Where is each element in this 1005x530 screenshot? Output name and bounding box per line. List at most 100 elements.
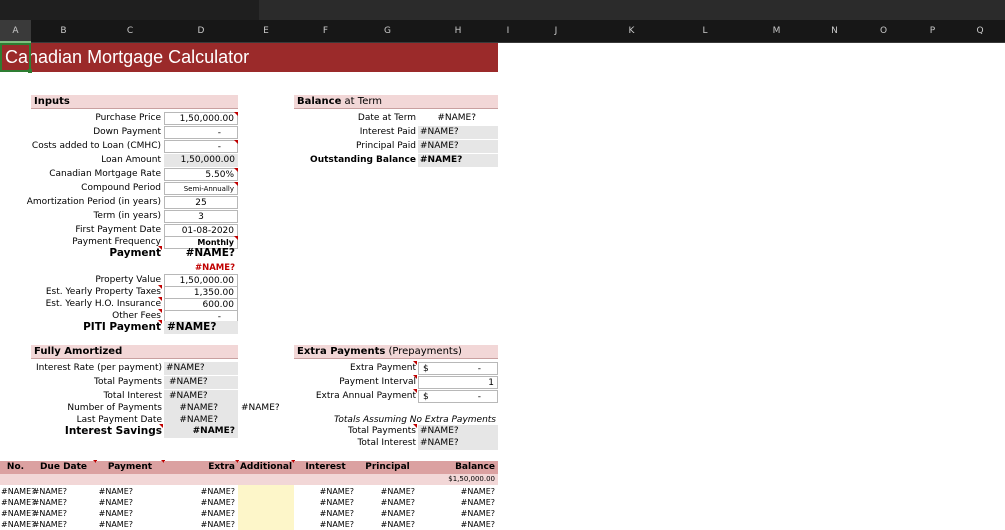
schedule-cell-principal: #NAME? — [380, 509, 415, 518]
rate-per-payment-value: #NAME? — [164, 362, 238, 375]
compound-period-select[interactable]: Semi-Annually — [164, 182, 238, 195]
schedule-cell-additional[interactable] — [238, 486, 294, 497]
extra-header-bold: Extra Payments — [297, 346, 386, 357]
purchase-price-label: Purchase Price — [95, 113, 161, 123]
extra-total-interest-value: #NAME? — [418, 437, 498, 450]
col-no: No. — [0, 461, 31, 474]
principal-paid-label: Principal Paid — [356, 141, 416, 151]
column-header-p[interactable]: P — [910, 26, 955, 49]
schedule-cell-balance: #NAME? — [460, 487, 495, 496]
extra-header: Extra Payments (Prepayments) — [294, 345, 498, 359]
schedule-cell-interest: #NAME? — [319, 520, 354, 529]
cmhc-input[interactable]: - — [164, 140, 238, 153]
schedule-cell-principal: #NAME? — [380, 520, 415, 529]
piti-value: #NAME? — [164, 321, 238, 334]
loan-amount-value: 1,50,000.00 — [164, 154, 238, 167]
total-payments-label: Total Payments — [94, 377, 162, 387]
schedule-cell-additional[interactable] — [238, 497, 294, 508]
column-header-q[interactable]: Q — [955, 26, 1005, 49]
extra-payment-input[interactable]: $ - — [418, 362, 498, 375]
purchase-price-input[interactable]: 1,50,000.00 — [164, 112, 238, 125]
schedule-cell-due-date: #NAME? — [32, 509, 67, 518]
extra-annual-value: - — [477, 392, 481, 402]
schedule-cell-extra: #NAME? — [200, 498, 235, 507]
col-balance: Balance — [418, 461, 498, 474]
interest-paid-value: #NAME? — [418, 126, 498, 139]
extra-total-interest-label: Total Interest — [357, 438, 416, 448]
down-payment-label: Down Payment — [93, 127, 161, 137]
schedule-cell-no: #NAME? — [1, 509, 36, 518]
top-toolbar — [0, 0, 1005, 20]
term-input[interactable]: 3 — [164, 210, 238, 223]
loan-amount-label: Loan Amount — [101, 155, 161, 165]
piti-label: PITI Payment — [0, 320, 162, 334]
schedule-cell-additional[interactable] — [238, 508, 294, 519]
col-interest: Interest — [294, 461, 357, 474]
extra-payment-value: - — [477, 364, 481, 374]
column-header-o[interactable]: O — [857, 26, 910, 49]
schedule-cell-no: #NAME? — [1, 498, 36, 507]
column-header-k[interactable]: K — [594, 26, 669, 49]
fill-handle[interactable] — [28, 69, 32, 73]
payment-value: #NAME? — [185, 247, 235, 259]
balance-header: Balance at Term — [294, 95, 498, 109]
down-payment-input[interactable]: - — [164, 126, 238, 139]
schedule-cell-interest: #NAME? — [319, 509, 354, 518]
column-header-l[interactable]: L — [669, 26, 741, 49]
schedule-cell-principal: #NAME? — [380, 487, 415, 496]
number-of-payments-extra: #NAME? — [241, 403, 280, 413]
schedule-cell-extra: #NAME? — [200, 509, 235, 518]
schedule-cell-no: #NAME? — [1, 520, 36, 529]
amortization-label: Amortization Period (in years) — [26, 197, 161, 207]
amortization-input[interactable]: 25 — [164, 196, 238, 209]
rate-per-payment-label: Interest Rate (per payment) — [36, 363, 162, 373]
cmhc-label: Costs added to Loan (CMHC) — [31, 141, 161, 151]
outstanding-balance-label: Outstanding Balance — [310, 155, 416, 165]
formula-bar[interactable] — [259, 0, 1005, 20]
date-at-term-value: #NAME? — [437, 113, 476, 123]
balance-header-bold: Balance — [297, 96, 342, 107]
inputs-header: Inputs — [31, 95, 238, 109]
col-due-date: Due Date — [31, 460, 97, 474]
extra-annual-label: Extra Annual Payment — [294, 389, 417, 403]
col-extra: Extra — [164, 460, 239, 474]
schedule-cell-balance: #NAME? — [460, 509, 495, 518]
term-label: Term (in years) — [93, 211, 161, 221]
rate-input[interactable]: 5.50% — [164, 168, 238, 181]
schedule-cell-due-date: #NAME? — [32, 498, 67, 507]
sheet-title[interactable]: Canadian Mortgage Calculator — [0, 43, 498, 72]
col-principal: Principal — [357, 461, 418, 474]
schedule-cell-extra: #NAME? — [200, 487, 235, 496]
column-headers: A B C D E F G H I J K L M N O P Q — [0, 20, 1005, 43]
amortized-header: Fully Amortized — [31, 345, 238, 359]
active-cell-cursor — [0, 43, 32, 73]
rate-label: Canadian Mortgage Rate — [49, 169, 161, 179]
extra-annual-input[interactable]: $ - — [418, 390, 498, 403]
schedule-cell-extra: #NAME? — [200, 520, 235, 529]
principal-paid-value: #NAME? — [418, 140, 498, 153]
schedule-cell-no: #NAME? — [1, 487, 36, 496]
col-payment: Payment — [96, 460, 165, 474]
col-additional: Additional — [238, 460, 295, 474]
payment-interval-label: Payment Interval — [294, 375, 417, 389]
column-header-j[interactable]: J — [518, 26, 594, 49]
schedule-cell-due-date: #NAME? — [32, 487, 67, 496]
schedule-cell-additional[interactable] — [238, 519, 294, 530]
payment-interval-input[interactable]: 1 — [418, 376, 498, 389]
date-at-term-label: Date at Term — [357, 113, 416, 123]
opening-balance: $1,50,000.00 — [448, 475, 495, 483]
schedule-cell-payment: #NAME? — [98, 487, 133, 496]
column-header-n[interactable]: N — [812, 26, 857, 49]
interest-savings-value: #NAME? — [164, 425, 238, 438]
schedule-cell-payment: #NAME? — [98, 498, 133, 507]
schedule-cell-due-date: #NAME? — [32, 520, 67, 529]
column-header-i[interactable]: I — [498, 26, 518, 49]
extra-annual-currency: $ — [423, 392, 429, 402]
interest-savings-label: Interest Savings — [0, 424, 163, 438]
compound-period-label: Compound Period — [81, 183, 161, 193]
outstanding-balance-value: #NAME? — [418, 154, 498, 167]
column-header-m[interactable]: M — [741, 26, 812, 49]
extra-payment-currency: $ — [423, 364, 429, 374]
schedule-cell-payment: #NAME? — [98, 520, 133, 529]
total-payments-value: #NAME? — [164, 376, 238, 389]
